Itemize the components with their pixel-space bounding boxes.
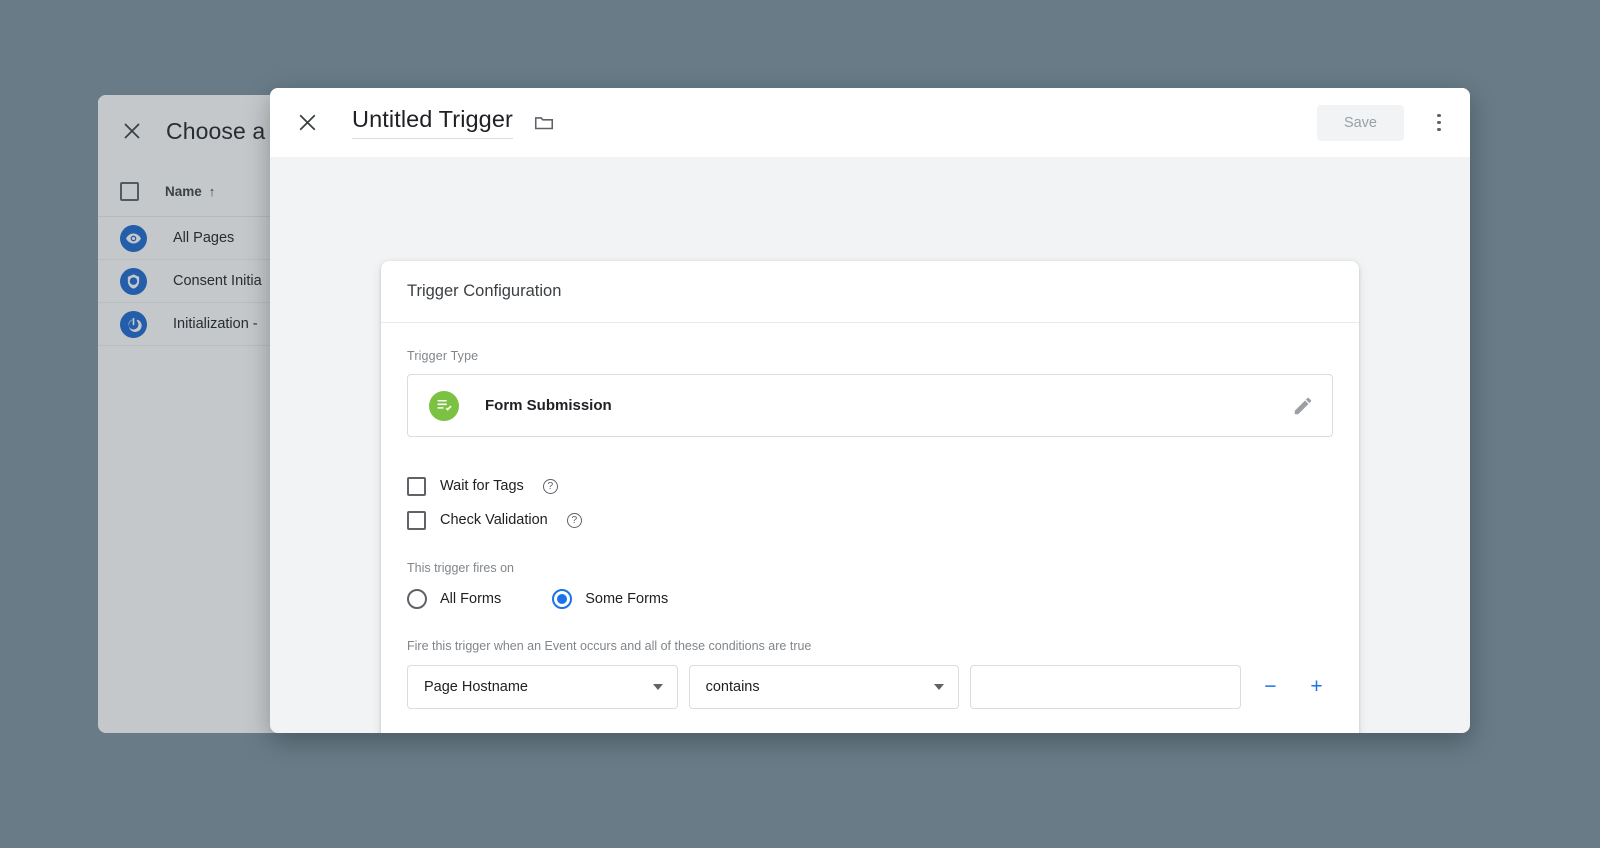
card-body: Trigger Type Form Submission Wait for Ta… — [381, 323, 1359, 733]
column-header-name[interactable]: Name ↑ — [165, 184, 215, 199]
chevron-down-icon — [652, 684, 663, 690]
check-validation-checkbox[interactable] — [407, 510, 426, 530]
kebab-dot — [1437, 120, 1441, 125]
remove-condition-button[interactable]: − — [1254, 670, 1287, 704]
column-header-name-label: Name — [165, 184, 202, 199]
chevron-down-icon — [934, 684, 945, 690]
shield-icon — [120, 267, 147, 295]
add-condition-button[interactable]: + — [1300, 670, 1333, 704]
card-header: Trigger Configuration — [381, 261, 1359, 323]
power-icon — [120, 310, 147, 338]
radio-all-forms-label: All Forms — [440, 591, 502, 607]
background-panel-title: Choose a — [166, 117, 266, 144]
close-icon[interactable] — [120, 119, 144, 143]
trigger-editor-modal: Untitled Trigger Save Trigger Configurat… — [270, 88, 1470, 733]
save-button[interactable]: Save — [1316, 104, 1404, 141]
condition-variable-value: Page Hostname — [424, 679, 528, 695]
check-validation-label: Check Validation — [440, 512, 548, 528]
eye-icon — [120, 224, 147, 252]
radio-some-forms[interactable]: Some Forms — [552, 589, 668, 609]
modal-header: Untitled Trigger Save — [270, 88, 1470, 157]
conditions-label: Fire this trigger when an Event occurs a… — [407, 639, 812, 653]
more-vertical-icon[interactable] — [1426, 105, 1452, 141]
table-row-label: All Pages — [173, 230, 235, 246]
folder-icon[interactable] — [533, 112, 555, 134]
trigger-name-input[interactable]: Untitled Trigger — [352, 106, 513, 139]
pencil-icon[interactable] — [1292, 395, 1314, 417]
options-checkbox-list: Wait for Tags ? Check Validation ? — [407, 469, 1333, 537]
kebab-dot — [1437, 127, 1441, 132]
fires-on-radio-group: All Forms Some Forms — [407, 589, 1333, 609]
kebab-dot — [1437, 113, 1441, 118]
close-icon[interactable] — [294, 110, 320, 136]
condition-value-input[interactable] — [970, 665, 1241, 709]
condition-operator-value: contains — [705, 679, 760, 695]
select-all-checkbox[interactable] — [120, 182, 139, 201]
condition-row: Page Hostname contains − + — [407, 665, 1333, 709]
form-submission-icon — [429, 390, 459, 421]
trigger-type-name: Form Submission — [485, 397, 612, 414]
wait-for-tags-checkbox[interactable] — [407, 476, 426, 496]
table-row-label: Consent Initia — [173, 273, 262, 289]
trigger-type-label: Trigger Type — [407, 349, 479, 363]
trigger-configuration-card: Trigger Configuration Trigger Type Form … — [381, 261, 1359, 733]
help-icon[interactable]: ? — [542, 478, 558, 494]
check-validation-checkbox-row[interactable]: Check Validation ? — [407, 503, 1333, 537]
table-row-label: Initialization - — [173, 316, 258, 332]
condition-operator-select[interactable]: contains — [688, 665, 960, 709]
wait-for-tags-checkbox-row[interactable]: Wait for Tags ? — [407, 469, 1333, 503]
modal-body: Trigger Configuration Trigger Type Form … — [270, 157, 1470, 733]
radio-some-forms-label: Some Forms — [585, 591, 669, 607]
radio-all-forms-control[interactable] — [407, 589, 427, 609]
card-title: Trigger Configuration — [407, 282, 562, 300]
trigger-type-selector[interactable]: Form Submission — [407, 374, 1333, 437]
condition-variable-select[interactable]: Page Hostname — [407, 665, 678, 709]
sort-ascending-icon: ↑ — [208, 184, 216, 199]
radio-all-forms[interactable]: All Forms — [407, 589, 501, 609]
help-icon[interactable]: ? — [566, 512, 582, 528]
title-group: Untitled Trigger — [352, 106, 555, 139]
wait-for-tags-label: Wait for Tags — [440, 478, 524, 494]
radio-some-forms-control[interactable] — [552, 589, 573, 609]
fires-on-label: This trigger fires on — [407, 561, 514, 575]
